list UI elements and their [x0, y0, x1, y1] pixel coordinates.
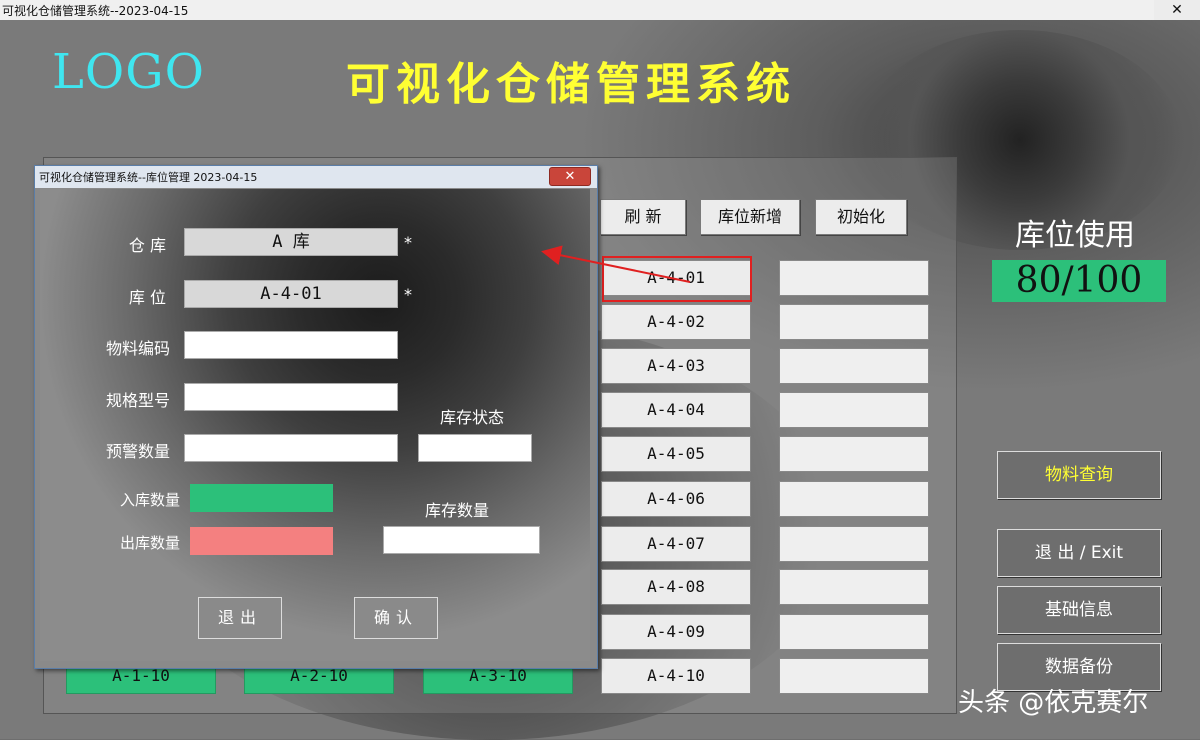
slot-a-4-07[interactable]: A-4-07: [601, 526, 751, 562]
stock-qty-label: 库存数量: [425, 501, 490, 520]
stock-status-field[interactable]: [418, 434, 532, 462]
slot-a-4-03[interactable]: A-4-03: [601, 348, 751, 384]
dialog-body: 仓 库 A 库 * 库 位 A-4-01 * 物料编码 规格型号 库存状态 预警…: [40, 189, 590, 661]
slot-a-4-08[interactable]: A-4-08: [601, 569, 751, 605]
refresh-button[interactable]: 刷 新: [600, 199, 686, 235]
usage-label: 库位使用: [1015, 218, 1135, 253]
spec-input[interactable]: [184, 383, 398, 411]
dialog-confirm-button[interactable]: 确认: [354, 597, 438, 639]
main-window-titlebar: 可视化仓储管理系统--2023-04-15 ✕: [0, 0, 1200, 21]
material-code-label: 物料编码: [105, 339, 170, 358]
selection-highlight: [602, 256, 752, 302]
slot-empty[interactable]: [779, 569, 929, 605]
slot-empty[interactable]: [779, 304, 929, 340]
app-title: 可视化仓储管理系统: [346, 59, 796, 110]
usage-value: 80/100: [992, 260, 1166, 302]
slot-a-4-06[interactable]: A-4-06: [601, 481, 751, 517]
main-close-button[interactable]: ✕: [1154, 0, 1200, 20]
slot-empty[interactable]: [779, 614, 929, 650]
in-qty-input[interactable]: [190, 484, 333, 512]
exit-button[interactable]: 退 出 / Exit: [997, 529, 1161, 577]
initialize-button[interactable]: 初始化: [815, 199, 907, 235]
slot-empty[interactable]: [779, 392, 929, 428]
stock-qty-field[interactable]: [383, 526, 540, 554]
warehouse-label: 仓 库: [128, 236, 166, 255]
required-mark: *: [404, 233, 412, 252]
location-field[interactable]: A-4-01: [184, 280, 398, 308]
out-qty-label: 出库数量: [119, 534, 180, 552]
dialog-exit-button[interactable]: 退出: [198, 597, 282, 639]
logo: LOGO: [52, 44, 205, 100]
basic-info-button[interactable]: 基础信息: [997, 586, 1161, 634]
slot-empty[interactable]: [779, 526, 929, 562]
main-window-title: 可视化仓储管理系统--2023-04-15: [2, 4, 189, 18]
slot-empty[interactable]: [779, 348, 929, 384]
slot-a-4-09[interactable]: A-4-09: [601, 614, 751, 650]
stock-status-label: 库存状态: [440, 408, 505, 427]
material-query-button[interactable]: 物料查询: [997, 451, 1161, 499]
in-qty-label: 入库数量: [119, 491, 180, 509]
slot-a-4-04[interactable]: A-4-04: [601, 392, 751, 428]
dialog-close-button[interactable]: ✕: [549, 167, 591, 186]
slot-a-4-05[interactable]: A-4-05: [601, 436, 751, 472]
dialog-title: 可视化仓储管理系统--库位管理 2023-04-15: [39, 171, 258, 184]
slot-a-4-02[interactable]: A-4-02: [601, 304, 751, 340]
slot-empty[interactable]: [779, 658, 929, 694]
dialog-titlebar: 可视化仓储管理系统--库位管理 2023-04-15 ✕: [35, 166, 597, 188]
warning-qty-label: 预警数量: [105, 442, 170, 461]
spec-label: 规格型号: [105, 391, 170, 410]
slot-empty[interactable]: [779, 481, 929, 517]
slot-a-4-10[interactable]: A-4-10: [601, 658, 751, 694]
slot-management-dialog: 可视化仓储管理系统--库位管理 2023-04-15 ✕ 仓 库 A 库 * 库…: [34, 165, 598, 669]
slot-empty[interactable]: [779, 260, 929, 296]
location-label: 库 位: [128, 288, 166, 307]
warning-qty-input[interactable]: [184, 434, 398, 462]
warehouse-field[interactable]: A 库: [184, 228, 398, 256]
slot-empty[interactable]: [779, 436, 929, 472]
required-mark: *: [404, 285, 412, 304]
add-slot-button[interactable]: 库位新增: [700, 199, 800, 235]
material-code-input[interactable]: [184, 331, 398, 359]
out-qty-input[interactable]: [190, 527, 333, 555]
watermark: 头条 @依克赛尔: [958, 688, 1149, 718]
